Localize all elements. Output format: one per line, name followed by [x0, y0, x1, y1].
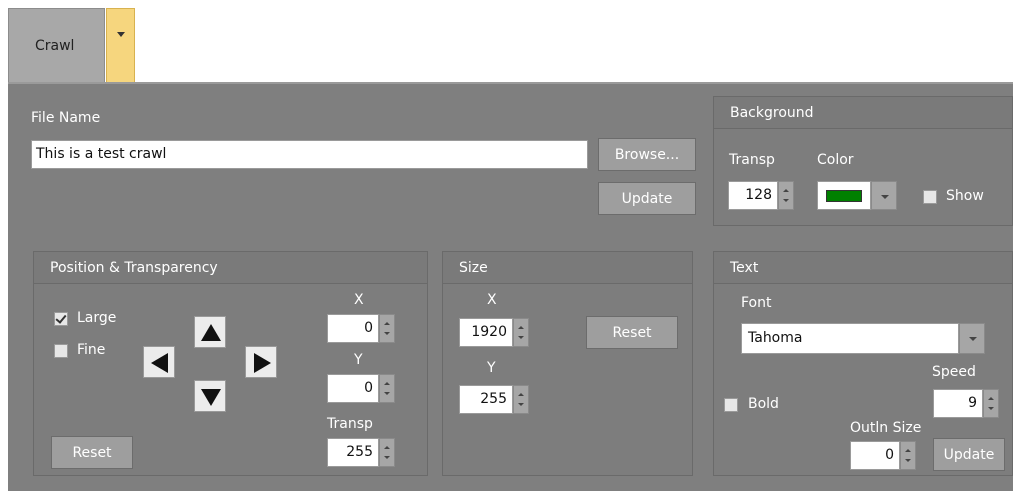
- background-transp-spinner[interactable]: 128: [728, 181, 794, 210]
- background-color-label: Color: [817, 152, 854, 168]
- position-transp-spin-arrows[interactable]: [379, 438, 395, 467]
- bold-label: Bold: [748, 396, 779, 412]
- file-name-input[interactable]: This is a test crawl: [31, 140, 588, 169]
- size-group: Size: [442, 251, 693, 476]
- color-swatch: [826, 190, 862, 202]
- position-y-value[interactable]: 0: [327, 374, 379, 403]
- browse-button[interactable]: Browse...: [598, 138, 696, 171]
- outline-size-label: Outln Size: [850, 420, 922, 436]
- show-label: Show: [946, 188, 984, 204]
- outline-size-spinner[interactable]: 0: [850, 441, 916, 470]
- arrow-down-icon: [201, 389, 221, 406]
- fine-label: Fine: [77, 342, 106, 358]
- size-title: Size: [443, 252, 692, 284]
- position-reset-button[interactable]: Reset: [51, 436, 133, 469]
- font-label: Font: [741, 295, 772, 311]
- move-left-button[interactable]: [143, 346, 175, 378]
- outline-size-spin-arrows[interactable]: [900, 441, 916, 470]
- background-transp-value[interactable]: 128: [728, 181, 778, 210]
- file-name-label: File Name: [31, 110, 101, 126]
- position-x-label: X: [354, 292, 364, 308]
- position-x-value[interactable]: 0: [327, 314, 379, 343]
- text-title: Text: [714, 252, 1012, 284]
- color-dropdown-button[interactable]: [871, 181, 897, 210]
- fine-checkbox[interactable]: [54, 344, 68, 358]
- font-select-value[interactable]: Tahoma: [741, 323, 959, 354]
- position-y-label: Y: [354, 352, 363, 368]
- tab-dropdown-button[interactable]: [106, 8, 135, 83]
- tab-crawl[interactable]: Crawl: [8, 8, 105, 83]
- position-x-spinner[interactable]: 0: [327, 314, 395, 343]
- arrow-right-icon: [254, 353, 271, 373]
- font-select[interactable]: Tahoma: [741, 323, 985, 354]
- show-checkbox[interactable]: [923, 190, 937, 204]
- color-swatch-box[interactable]: [817, 181, 871, 210]
- move-up-button[interactable]: [194, 316, 226, 348]
- background-transp-label: Transp: [729, 152, 775, 168]
- text-update-button[interactable]: Update: [933, 438, 1005, 471]
- file-update-button[interactable]: Update: [598, 182, 696, 215]
- outline-size-value[interactable]: 0: [850, 441, 900, 470]
- size-y-spin-arrows[interactable]: [513, 385, 529, 414]
- size-y-spinner[interactable]: 255: [459, 385, 529, 414]
- position-x-spin-arrows[interactable]: [379, 314, 395, 343]
- position-transparency-title: Position & Transparency: [34, 252, 427, 284]
- speed-spin-arrows[interactable]: [983, 389, 999, 418]
- bold-checkbox[interactable]: [724, 398, 738, 412]
- large-label: Large: [77, 310, 117, 326]
- size-x-spinner[interactable]: 1920: [459, 318, 529, 347]
- background-title: Background: [714, 97, 1012, 129]
- large-checkbox[interactable]: [54, 312, 68, 326]
- move-down-button[interactable]: [194, 380, 226, 412]
- size-x-label: X: [487, 292, 497, 308]
- size-x-value[interactable]: 1920: [459, 318, 513, 347]
- size-y-value[interactable]: 255: [459, 385, 513, 414]
- size-reset-button[interactable]: Reset: [586, 316, 678, 349]
- font-dropdown-button[interactable]: [959, 323, 985, 354]
- speed-spinner[interactable]: 9: [933, 389, 999, 418]
- tab-crawl-label: Crawl: [35, 37, 75, 54]
- move-right-button[interactable]: [245, 346, 277, 378]
- position-y-spinner[interactable]: 0: [327, 374, 395, 403]
- position-transp-spinner[interactable]: 255: [327, 438, 395, 467]
- speed-value[interactable]: 9: [933, 389, 983, 418]
- size-y-label: Y: [487, 360, 496, 376]
- position-y-spin-arrows[interactable]: [379, 374, 395, 403]
- background-color-picker[interactable]: [817, 181, 897, 210]
- background-transp-spin-arrows[interactable]: [778, 181, 794, 210]
- position-transp-value[interactable]: 255: [327, 438, 379, 467]
- arrow-left-icon: [151, 353, 168, 373]
- speed-label: Speed: [932, 364, 976, 380]
- position-transp-label: Transp: [327, 416, 373, 432]
- size-x-spin-arrows[interactable]: [513, 318, 529, 347]
- arrow-up-icon: [201, 324, 221, 341]
